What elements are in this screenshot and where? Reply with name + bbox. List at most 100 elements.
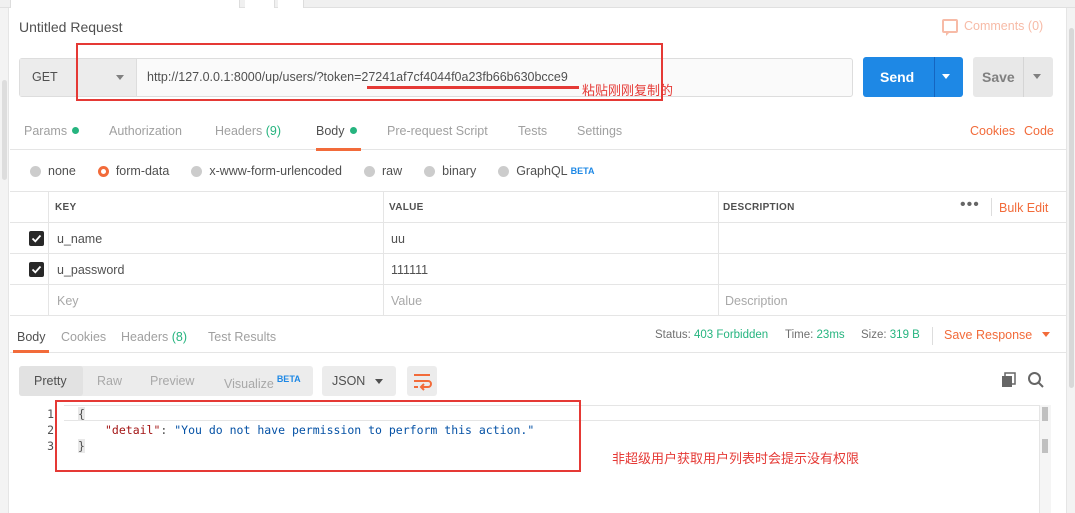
bulk-edit-link[interactable]: Bulk Edit bbox=[999, 201, 1048, 215]
column-divider[interactable] bbox=[718, 192, 719, 316]
chevron-down-icon bbox=[375, 379, 383, 384]
active-tab-indicator bbox=[13, 350, 49, 353]
chevron-down-icon bbox=[1042, 332, 1051, 337]
scroll-thumb[interactable] bbox=[1069, 28, 1074, 388]
time-value: 23ms bbox=[816, 329, 845, 341]
editor-scrollbar[interactable] bbox=[1039, 405, 1051, 513]
right-scrollbar[interactable] bbox=[1066, 8, 1075, 513]
view-mode-toolbar: Pretty Raw Preview Visualize BETA bbox=[19, 366, 313, 396]
tab-menu-button[interactable] bbox=[278, 0, 304, 8]
divider bbox=[1023, 57, 1024, 97]
tab-label: Body bbox=[316, 124, 345, 138]
tab-tests[interactable]: Tests bbox=[518, 124, 547, 138]
view-raw[interactable]: Raw bbox=[97, 374, 122, 388]
radio-urlencoded[interactable]: x-www-form-urlencoded bbox=[191, 164, 342, 178]
code-link[interactable]: Code bbox=[1024, 124, 1054, 138]
wrap-lines-button[interactable] bbox=[407, 366, 437, 396]
table-header-row: KEY VALUE DESCRIPTION ••• Bulk Edit bbox=[10, 192, 1066, 223]
status-value: 403 Forbidden bbox=[694, 329, 769, 341]
description-input[interactable]: Description bbox=[725, 294, 788, 308]
save-button[interactable]: Save bbox=[973, 57, 1053, 97]
radio-icon bbox=[30, 165, 41, 177]
radio-label: raw bbox=[382, 164, 403, 178]
wrap-icon bbox=[414, 374, 432, 391]
status-dot-icon bbox=[349, 127, 357, 134]
more-options-icon[interactable]: ••• bbox=[960, 196, 980, 214]
chevron-down-icon[interactable] bbox=[1033, 74, 1041, 79]
tab-settings[interactable]: Settings bbox=[577, 124, 622, 138]
tab-test-results[interactable]: Test Results bbox=[208, 330, 276, 344]
scroll-marker bbox=[1042, 407, 1048, 421]
tab-headers[interactable]: Headers (9) bbox=[215, 124, 281, 138]
tab-label: Headers bbox=[215, 124, 263, 138]
tab-response-body[interactable]: Body bbox=[17, 330, 46, 344]
radio-label: x-www-form-urlencoded bbox=[209, 164, 342, 178]
column-divider[interactable] bbox=[383, 192, 384, 316]
radio-none[interactable]: none bbox=[30, 164, 76, 178]
radio-icon bbox=[498, 165, 510, 177]
column-divider bbox=[48, 192, 49, 316]
search-icon[interactable] bbox=[1027, 371, 1045, 392]
method-label: GET bbox=[32, 70, 58, 84]
time-label: Time: bbox=[785, 329, 814, 341]
tab-response-cookies[interactable]: Cookies bbox=[61, 330, 106, 344]
size-label: Size: bbox=[861, 329, 887, 341]
tab-params[interactable]: Params bbox=[24, 124, 80, 138]
annotation-box-response bbox=[55, 400, 581, 472]
scroll-marker bbox=[1042, 439, 1048, 453]
active-tab-indicator bbox=[316, 148, 361, 151]
scroll-thumb[interactable] bbox=[2, 80, 7, 180]
param-key[interactable]: u_name bbox=[57, 232, 102, 246]
key-input[interactable]: Key bbox=[57, 294, 79, 308]
tab-response-headers[interactable]: Headers (8) bbox=[121, 330, 187, 344]
tab-strip bbox=[0, 0, 1075, 8]
view-pretty[interactable]: Pretty bbox=[34, 374, 67, 388]
radio-binary[interactable]: binary bbox=[424, 164, 476, 178]
radio-icon bbox=[424, 165, 436, 177]
send-button[interactable]: Send bbox=[863, 57, 963, 97]
divider bbox=[934, 57, 935, 97]
view-preview[interactable]: Preview bbox=[150, 374, 194, 388]
cookies-link[interactable]: Cookies bbox=[970, 124, 1015, 138]
comments-button[interactable]: Comments (0) bbox=[942, 19, 1043, 36]
save-response-label: Save Response bbox=[944, 328, 1033, 342]
status-dot-icon bbox=[72, 127, 80, 134]
radio-raw[interactable]: raw bbox=[364, 164, 402, 178]
line-number: 1 bbox=[47, 407, 54, 421]
value-input[interactable]: Value bbox=[391, 294, 422, 308]
body-type-selector: none form-data x-www-form-urlencoded raw… bbox=[30, 164, 616, 178]
request-tabs: Params Authorization Headers (9) Body Pr… bbox=[10, 114, 1066, 150]
annotation-underline bbox=[367, 86, 579, 89]
response-status: Status: 403 Forbidden bbox=[655, 329, 768, 341]
left-scrollbar[interactable] bbox=[0, 8, 9, 513]
checkmark-icon bbox=[31, 234, 42, 243]
request-title[interactable]: Untitled Request bbox=[19, 19, 123, 35]
tab-count: (8) bbox=[171, 330, 188, 344]
row-checkbox[interactable] bbox=[29, 262, 44, 277]
copy-icon[interactable] bbox=[1001, 372, 1017, 391]
save-response-button[interactable]: Save Response bbox=[944, 328, 1051, 342]
format-label: JSON bbox=[332, 374, 366, 388]
line-number: 3 bbox=[47, 439, 54, 453]
beta-badge: BETA bbox=[276, 374, 301, 384]
tab-pre-request-script[interactable]: Pre-request Script bbox=[387, 124, 488, 138]
format-select[interactable]: JSON bbox=[322, 366, 396, 396]
param-value[interactable]: 111111 bbox=[391, 263, 428, 277]
row-checkbox[interactable] bbox=[29, 231, 44, 246]
new-tab-button[interactable] bbox=[245, 0, 275, 8]
param-value[interactable]: uu bbox=[391, 232, 405, 246]
divider bbox=[991, 198, 992, 216]
size-value: 319 B bbox=[889, 329, 920, 341]
annotation-box-url bbox=[76, 43, 663, 101]
request-tab[interactable] bbox=[10, 0, 240, 8]
chevron-down-icon[interactable] bbox=[942, 74, 950, 79]
tab-authorization[interactable]: Authorization bbox=[109, 124, 182, 138]
radio-graphql[interactable]: GraphQL BETA bbox=[498, 164, 594, 178]
radio-label: GraphQL bbox=[516, 164, 568, 178]
tab-body[interactable]: Body bbox=[316, 124, 357, 138]
radio-form-data[interactable]: form-data bbox=[97, 164, 169, 178]
view-visualize[interactable]: Visualize BETA bbox=[224, 374, 301, 391]
radio-icon bbox=[191, 165, 203, 177]
response-tabs: Body Cookies Headers (8) Test Results St… bbox=[10, 320, 1066, 353]
param-key[interactable]: u_password bbox=[57, 263, 124, 277]
